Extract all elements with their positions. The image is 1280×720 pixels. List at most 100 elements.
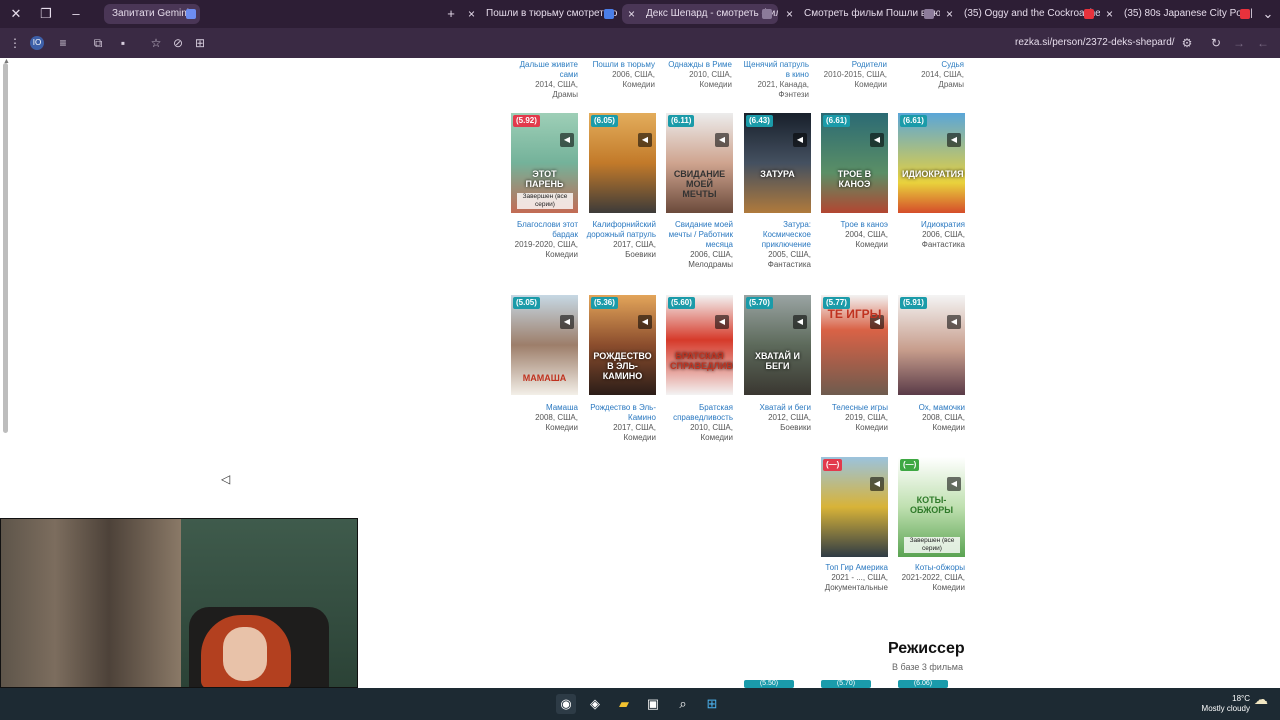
movie-card[interactable]: (6.61) ◀ ТРОЕ В КАНОЭ — [821, 113, 888, 213]
list-item[interactable]: Судья 2014, США, Драмы — [894, 60, 964, 90]
list-item[interactable]: Родители 2010-2015, США, Комедии — [817, 60, 887, 90]
movie-title[interactable]: Благослови этот бардак — [508, 220, 578, 240]
task-view-icon[interactable]: ▣ — [643, 694, 663, 714]
close-tab-icon[interactable]: × — [786, 4, 793, 24]
movie-title[interactable]: Родители — [817, 60, 887, 70]
close-tab-icon[interactable]: × — [628, 4, 635, 24]
eye-off-icon[interactable]: ⊘ — [169, 33, 187, 53]
profile-avatar[interactable]: IO — [30, 36, 44, 50]
movie-card[interactable]: (6.61) ◀ ИДИОКРАТИЯ — [898, 113, 965, 213]
movie-title[interactable]: Калифорнийский дорожный патруль — [586, 220, 656, 240]
poster[interactable] — [744, 295, 811, 395]
tab-poshli-v-tyurmu[interactable]: × Пошли в тюрьму смотреть он — [466, 4, 618, 24]
play-icon[interactable]: ◀ — [560, 315, 574, 329]
play-icon[interactable]: ◀ — [715, 133, 729, 147]
movie-title[interactable]: Судья — [894, 60, 964, 70]
play-icon[interactable]: ◀ — [870, 133, 884, 147]
movie-title[interactable]: Трое в каноэ — [818, 220, 888, 230]
reading-list-icon[interactable]: ≡ — [54, 33, 72, 53]
address-bar[interactable]: rezka.si/person/2372-deks-shepard/ — [1015, 33, 1175, 53]
movie-card[interactable]: (5.70) ◀ ХВАТАЙ И БЕГИ — [744, 295, 811, 395]
close-tab-icon[interactable]: × — [946, 4, 953, 24]
movie-title[interactable]: Братская справедливость — [663, 403, 733, 423]
movie-card[interactable]: (5.36) ◀ РОЖДЕСТВО В ЭЛЬ-КАМИНО — [589, 295, 656, 395]
movie-title[interactable]: Затура: Космическое приключение — [741, 220, 811, 250]
movie-title[interactable]: Мамаша — [508, 403, 578, 413]
movie-card[interactable]: (5.91) ◀ — [898, 295, 965, 395]
scroll-up-icon[interactable]: ▲ — [3, 58, 10, 65]
play-icon[interactable]: ◀ — [793, 133, 807, 147]
movie-title[interactable]: Коты-обжоры — [895, 563, 965, 573]
movie-title[interactable]: Дальше живите сами — [508, 60, 578, 80]
close-window-icon[interactable]: ✕ — [6, 4, 26, 24]
windows-start-icon[interactable]: ⊞ — [702, 694, 722, 714]
movie-card[interactable]: (5.92) ◀ ЭТОТ ПАРЕНЬ Завершен (все серии… — [511, 113, 578, 213]
forward-icon[interactable]: → — [1230, 33, 1248, 53]
poster[interactable] — [898, 113, 965, 213]
close-tab-icon[interactable]: × — [1106, 4, 1113, 24]
movie-title[interactable]: Рождество в Эль-Камино — [586, 403, 656, 423]
movie-card[interactable]: (5.60) ◀ БРАТСКАЯ СПРАВЕДЛИВОСТЬ — [666, 295, 733, 395]
close-tab-icon[interactable]: × — [468, 4, 475, 24]
poster[interactable] — [666, 295, 733, 395]
tab-deks-shepard[interactable]: × Декс Шепард - смотреть фил — [622, 4, 778, 24]
movie-info: Свидание моей мечты / Работник месяца 20… — [663, 220, 733, 270]
new-tab-icon[interactable]: + — [441, 4, 461, 24]
extension-icon[interactable]: ▪ — [114, 33, 132, 53]
back-icon[interactable]: ← — [1254, 33, 1272, 53]
tab-city-pop[interactable]: × (35) 80s Japanese City Pop | C — [1104, 4, 1254, 24]
movie-title[interactable]: Свидание моей мечты / Работник месяца — [663, 220, 733, 250]
movie-card[interactable]: (—) ◀ — [821, 457, 888, 557]
movie-title[interactable]: Однажды в Риме — [662, 60, 732, 70]
poster[interactable] — [744, 113, 811, 213]
movie-meta: 2004, США, Комедии — [845, 230, 888, 249]
movie-title[interactable]: Щенячий патруль в кино — [739, 60, 809, 80]
play-icon[interactable]: ◀ — [947, 315, 961, 329]
list-item[interactable]: Пошли в тюрьму 2006, США, Комедии — [585, 60, 655, 90]
play-icon[interactable]: ◀ — [870, 477, 884, 491]
play-icon[interactable]: ◀ — [715, 315, 729, 329]
site-settings-icon[interactable]: ⚙ — [1178, 33, 1196, 53]
movie-card[interactable]: (—) ◀ КОТЫ-ОБЖОРЫ Завершен (все серии) — [898, 457, 965, 557]
movie-title[interactable]: Хватай и беги — [741, 403, 811, 413]
tab-search-icon[interactable]: ⌄ — [1258, 4, 1278, 24]
poster[interactable] — [589, 113, 656, 213]
play-icon[interactable]: ◀ — [638, 133, 652, 147]
reload-icon[interactable]: ↻ — [1207, 33, 1225, 53]
movie-title[interactable]: Телесные игры — [818, 403, 888, 413]
scrollbar-thumb[interactable] — [3, 63, 8, 433]
poster[interactable] — [821, 113, 888, 213]
play-icon[interactable]: ◀ — [947, 477, 961, 491]
tab-poshli-film[interactable]: × Смотреть фильм Пошли в тю — [784, 4, 940, 24]
poster[interactable] — [821, 457, 888, 557]
translate-icon[interactable]: ⊞ — [191, 33, 209, 53]
poster[interactable] — [898, 295, 965, 395]
restore-window-icon[interactable]: ❐ — [36, 4, 56, 24]
movie-title[interactable]: Пошли в тюрьму — [585, 60, 655, 70]
play-icon[interactable]: ◀ — [793, 315, 807, 329]
play-icon[interactable]: ◀ — [638, 315, 652, 329]
play-icon[interactable]: ◀ — [560, 133, 574, 147]
search-icon[interactable]: ⌕ — [673, 694, 693, 714]
minimize-window-icon[interactable]: – — [66, 4, 86, 24]
list-item[interactable]: Дальше живите сами 2014, США, Драмы — [508, 60, 578, 100]
extensions-icon[interactable]: ⧉ — [89, 33, 107, 53]
list-item[interactable]: Щенячий патруль в кино 2021, Канада, Фэн… — [739, 60, 809, 100]
tab-gemini[interactable]: Запитати Gemini — [104, 4, 200, 24]
play-icon[interactable]: ◀ — [947, 133, 961, 147]
file-explorer-icon[interactable]: ▰ — [614, 694, 634, 714]
movie-card[interactable]: (6.05) ◀ — [589, 113, 656, 213]
menu-icon[interactable]: ⋮ — [6, 33, 24, 53]
movie-card[interactable]: (5.05) ◀ МАМАША — [511, 295, 578, 395]
movie-card[interactable]: (6.43) ◀ ЗАТУРА — [744, 113, 811, 213]
movie-title[interactable]: Топ Гир Америка — [818, 563, 888, 573]
tab-oggy[interactable]: × (35) Oggy and the Cockroache — [944, 4, 1100, 24]
movie-title[interactable]: Ох, мамочки — [895, 403, 965, 413]
movie-title[interactable]: Идиократия — [895, 220, 965, 230]
movie-card[interactable]: (6.11) ◀ СВИДАНИЕ МОЕЙ МЕЧТЫ — [666, 113, 733, 213]
chrome-icon[interactable]: ◉ — [556, 694, 576, 714]
bookmark-star-icon[interactable]: ☆ — [147, 33, 165, 53]
list-item[interactable]: Однажды в Риме 2010, США, Комедии — [662, 60, 732, 90]
movie-card[interactable]: (5.77) ◀ ТЕ ИГРЫ — [821, 295, 888, 395]
app-icon[interactable]: ◈ — [585, 694, 605, 714]
